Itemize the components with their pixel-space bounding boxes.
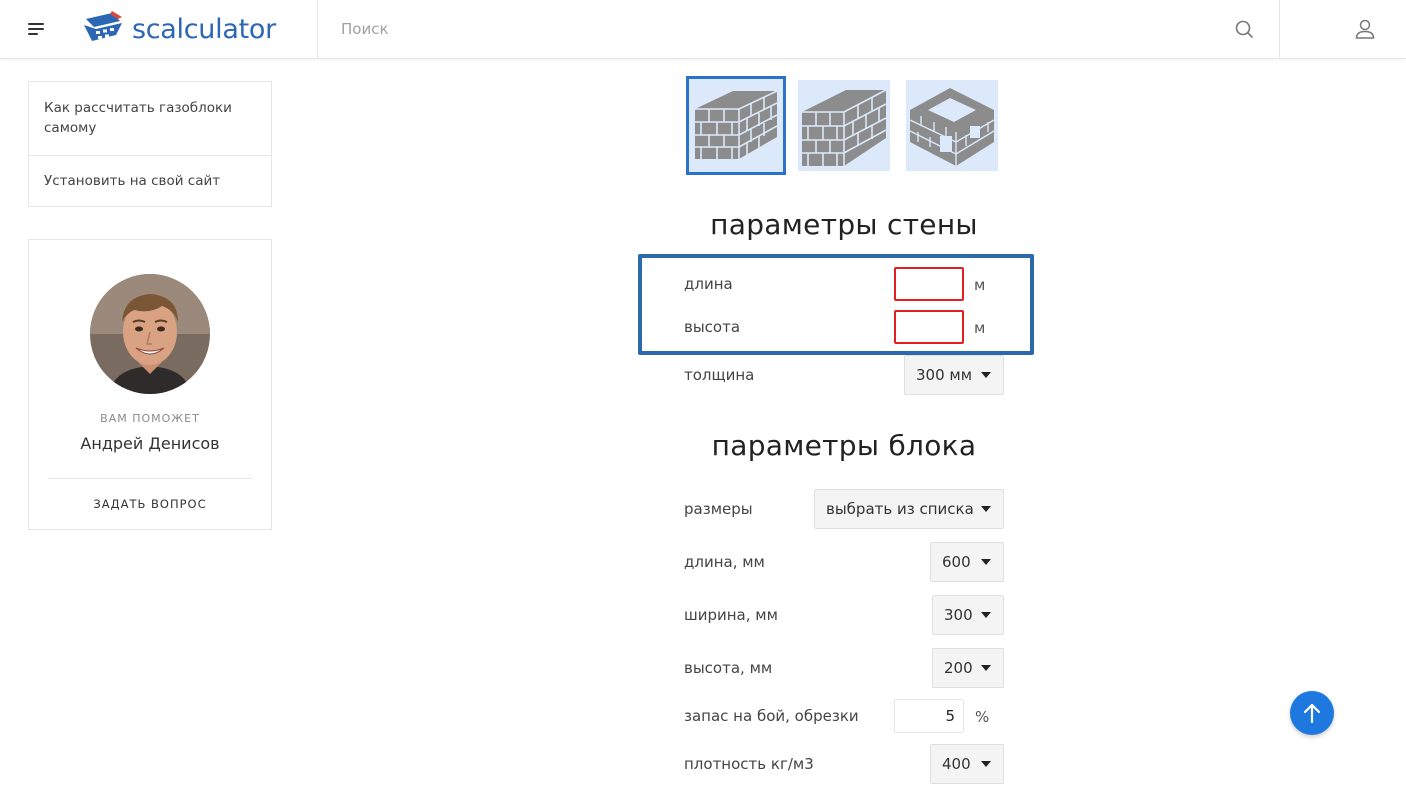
wall-params-title: параметры стены: [710, 208, 978, 241]
block-height-select[interactable]: 200: [932, 648, 1004, 688]
block-height-label: высота, мм: [684, 659, 773, 677]
ask-question-button[interactable]: ЗАДАТЬ ВОПРОС: [29, 497, 271, 511]
brick-wall-straight-icon: [695, 90, 778, 159]
block-size-label: размеры: [684, 500, 753, 518]
block-size-select[interactable]: выбрать из списка: [814, 489, 1004, 529]
density-value: 400: [942, 755, 971, 773]
scroll-to-top-button[interactable]: [1290, 691, 1334, 735]
chevron-down-icon: [981, 612, 991, 618]
block-size-value: выбрать из списка: [826, 500, 974, 518]
reserve-label: запас на бой, обрезки: [684, 707, 859, 725]
brick-house-box-icon: [909, 88, 995, 166]
top-header: scalculator: [0, 0, 1406, 59]
wall-height-unit: м: [974, 319, 986, 337]
block-width-select[interactable]: 300: [932, 595, 1004, 635]
sidebar-item-install-on-site[interactable]: Установить на свой сайт: [29, 156, 271, 206]
wall-type-straight[interactable]: [686, 76, 786, 175]
helper-name: Андрей Денисов: [80, 434, 220, 453]
chevron-down-icon: [981, 665, 991, 671]
search-input[interactable]: [341, 17, 1201, 41]
sidebar-menu: Как рассчитать газоблоки самому Установи…: [28, 81, 272, 207]
wall-height-label: высота: [684, 318, 741, 336]
hamburger-menu-icon[interactable]: [24, 18, 48, 40]
brick-wall-block-icon: [802, 89, 887, 166]
wall-thickness-label: толщина: [684, 366, 755, 384]
block-length-value: 600: [942, 553, 971, 571]
user-profile-icon[interactable]: [1353, 17, 1377, 41]
block-length-label: длина, мм: [684, 553, 765, 571]
help-card-divider: [48, 478, 252, 479]
site-logo[interactable]: scalculator: [82, 9, 276, 49]
chevron-down-icon: [981, 506, 991, 512]
block-width-label: ширина, мм: [684, 606, 778, 624]
highlight-box: [638, 254, 1034, 355]
wall-thickness-value: 300 мм: [916, 366, 973, 384]
header-divider: [317, 0, 318, 59]
reserve-unit: %: [975, 708, 990, 726]
chevron-down-icon: [981, 559, 991, 565]
chevron-down-icon: [981, 372, 991, 378]
help-card: ВАМ ПОМОЖЕТ Андрей Денисов ЗАДАТЬ ВОПРОС: [28, 239, 272, 530]
arrow-up-icon: [1303, 703, 1321, 724]
block-width-value: 300: [944, 606, 973, 624]
logo-calculator-icon: [84, 11, 122, 41]
block-height-value: 200: [944, 659, 973, 677]
block-params-title: параметры блока: [711, 429, 977, 462]
wall-length-unit: м: [974, 276, 986, 294]
reserve-input[interactable]: [894, 699, 964, 733]
wall-type-house[interactable]: [906, 80, 998, 171]
density-label: плотность кг/м3: [684, 755, 814, 773]
sidebar-item-how-to-calculate[interactable]: Как рассчитать газоблоки самому: [29, 82, 271, 156]
header-divider-right: [1279, 0, 1280, 59]
help-label: ВАМ ПОМОЖЕТ: [100, 412, 200, 425]
wall-height-input[interactable]: [894, 310, 964, 344]
wall-type-corners[interactable]: [798, 80, 890, 171]
density-select[interactable]: 400: [930, 744, 1004, 784]
wall-length-input[interactable]: [894, 267, 964, 301]
wall-length-label: длина: [684, 275, 733, 293]
wall-thickness-select[interactable]: 300 мм: [904, 355, 1004, 395]
logo-text: scalculator: [132, 13, 276, 45]
avatar: [90, 274, 210, 394]
search-icon[interactable]: [1233, 18, 1255, 40]
block-length-select[interactable]: 600: [930, 542, 1004, 582]
chevron-down-icon: [981, 761, 991, 767]
